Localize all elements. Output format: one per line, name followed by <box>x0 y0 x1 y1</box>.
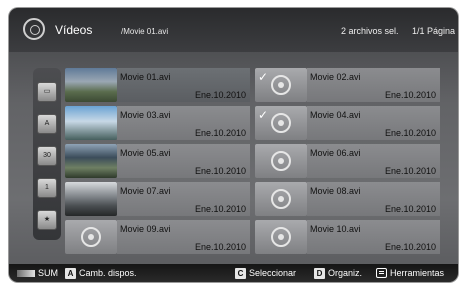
file-date: Ene.10.2010 <box>384 204 436 214</box>
video-thumbnail <box>65 68 117 102</box>
sidebar-item-calendar[interactable]: 30 <box>37 146 57 166</box>
video-thumbnail <box>65 182 117 216</box>
change-device-label: Camb. dispos. <box>79 268 137 278</box>
file-name: Movie 07.avi <box>120 186 171 196</box>
video-thumbnail <box>65 144 117 178</box>
file-tile[interactable]: Movie 07.avi Ene.10.2010 <box>65 182 250 219</box>
file-name: Movie 06.avi <box>310 148 361 158</box>
file-date: Ene.10.2010 <box>194 204 246 214</box>
sidebar-item-favorites[interactable]: ★ <box>37 210 57 230</box>
header-bar: Vídeos /Movie 01.avi 2 archivos sel. 1/1… <box>9 8 458 52</box>
media-browser-screen: Vídeos /Movie 01.avi 2 archivos sel. 1/1… <box>9 8 458 282</box>
file-date: Ene.10.2010 <box>384 90 436 100</box>
film-reel-icon <box>255 182 307 216</box>
file-tile[interactable]: Movie 08.avi Ene.10.2010 <box>255 182 440 219</box>
tools-label: Herramientas <box>390 268 445 278</box>
film-reel-icon <box>255 220 307 254</box>
select-button[interactable]: C Seleccionar <box>235 267 296 279</box>
file-name: Movie 10.avi <box>310 224 361 234</box>
file-date: Ene.10.2010 <box>194 90 246 100</box>
page-title: Vídeos <box>55 23 93 37</box>
tools-icon <box>376 268 387 278</box>
key-a-icon: A <box>65 267 76 279</box>
key-d-icon: D <box>314 267 325 279</box>
folder-icon: ▭ <box>43 88 51 95</box>
alphabetical-sort-icon: A <box>44 120 50 127</box>
file-tile[interactable]: Movie 05.avi Ene.10.2010 <box>65 144 250 181</box>
file-tile[interactable]: Movie 06.avi Ene.10.2010 <box>255 144 440 181</box>
file-tile[interactable]: Movie 10.avi Ene.10.2010 <box>255 220 440 257</box>
calendar-icon: 30 <box>43 152 51 159</box>
sidebar-item-alphabetical[interactable]: A <box>37 114 57 134</box>
sum-label: SUM <box>38 268 58 278</box>
file-tile[interactable]: Movie 09.avi Ene.10.2010 <box>65 220 250 257</box>
favorite-star-icon: ★ <box>43 216 51 223</box>
file-name: Movie 08.avi <box>310 186 361 196</box>
organize-label: Organiz. <box>328 268 363 278</box>
change-device-button[interactable]: A Camb. dispos. <box>65 267 137 279</box>
file-name: Movie 09.avi <box>120 224 171 234</box>
file-tile[interactable]: Movie 01.avi Ene.10.2010 <box>65 68 250 105</box>
file-date: Ene.10.2010 <box>384 242 436 252</box>
sort-sidebar: ▭ A 30 1 ★ <box>33 68 61 240</box>
film-reel-icon <box>255 144 307 178</box>
selection-count: 2 archivos sel. <box>341 26 399 36</box>
file-name: Movie 01.avi <box>120 72 171 82</box>
file-tile[interactable]: ✓ Movie 04.avi Ene.10.2010 <box>255 106 440 143</box>
sidebar-item-folder[interactable]: ▭ <box>37 82 57 102</box>
organize-button[interactable]: D Organiz. <box>314 267 362 279</box>
file-name: Movie 02.avi <box>310 72 361 82</box>
file-date: Ene.10.2010 <box>194 166 246 176</box>
file-date: Ene.10.2010 <box>384 128 436 138</box>
checkmark-icon: ✓ <box>258 70 269 84</box>
sidebar-item-timeline[interactable]: 1 <box>37 178 57 198</box>
footer-bar: SUM A Camb. dispos. C Seleccionar D Orga… <box>9 264 458 282</box>
videos-app-icon <box>23 18 45 40</box>
tools-button[interactable]: Herramientas <box>376 267 444 279</box>
current-path: /Movie 01.avi <box>121 27 169 36</box>
timeline-icon: 1 <box>45 184 49 191</box>
sum-icon <box>17 269 35 277</box>
file-name: Movie 04.avi <box>310 110 361 120</box>
page-indicator: 1/1 Página <box>412 26 456 36</box>
file-date: Ene.10.2010 <box>194 242 246 252</box>
file-name: Movie 03.avi <box>120 110 171 120</box>
file-date: Ene.10.2010 <box>384 166 436 176</box>
select-label: Seleccionar <box>249 268 297 278</box>
sum-button[interactable]: SUM <box>17 267 58 279</box>
file-date: Ene.10.2010 <box>194 128 246 138</box>
file-tile[interactable]: ✓ Movie 02.avi Ene.10.2010 <box>255 68 440 105</box>
key-c-icon: C <box>235 267 246 279</box>
checkmark-icon: ✓ <box>258 108 269 122</box>
file-tile[interactable]: Movie 03.avi Ene.10.2010 <box>65 106 250 143</box>
video-thumbnail <box>65 106 117 140</box>
film-reel-icon <box>65 220 117 254</box>
file-name: Movie 05.avi <box>120 148 171 158</box>
